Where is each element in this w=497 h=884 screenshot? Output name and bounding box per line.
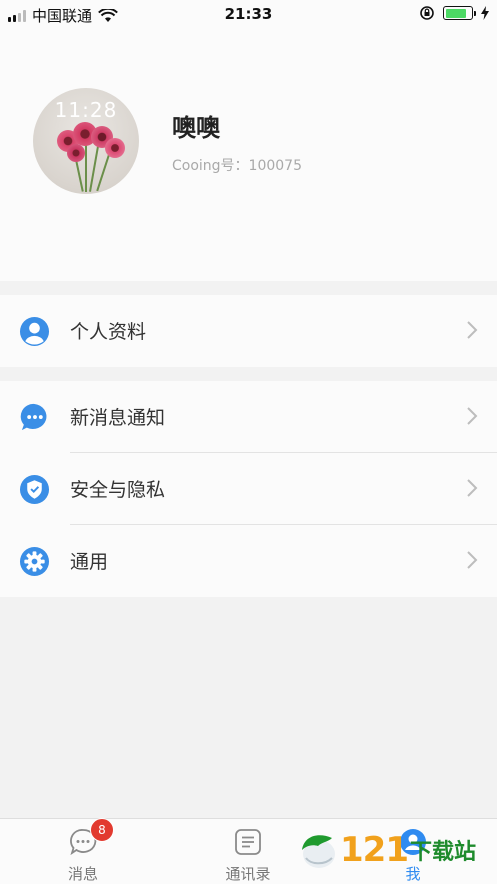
tab-contacts[interactable]: 通讯录: [193, 819, 303, 884]
battery-icon: [443, 6, 476, 20]
menu-item-label: 个人资料: [70, 321, 147, 343]
profile-header[interactable]: 11:28 噢噢 Cooing号：100075: [0, 30, 497, 281]
rotation-lock-icon: [420, 6, 434, 20]
menu-item-label: 新消息通知: [70, 407, 166, 429]
cooing-id: Cooing号：100075: [172, 158, 302, 174]
status-bar: 中国联通 21:33: [0, 0, 497, 30]
gear-icon: [19, 546, 50, 577]
charging-icon: [481, 6, 489, 20]
status-right: [419, 5, 489, 21]
chevron-right-icon: [467, 321, 478, 339]
menu-item-label: 安全与隐私: [70, 479, 166, 501]
unread-badge: 8: [90, 818, 114, 842]
menu-item-personal-info[interactable]: 个人资料: [0, 295, 497, 367]
menu-group-profile: 个人资料: [0, 295, 497, 367]
shield-icon: [19, 474, 50, 505]
menu-group-settings: 新消息通知 安全与隐私 通用: [0, 381, 497, 597]
tab-label: 我: [405, 865, 421, 883]
menu-item-security-privacy[interactable]: 安全与隐私: [0, 453, 497, 525]
me-icon: [400, 829, 426, 855]
tab-label: 通讯录: [225, 865, 271, 883]
user-icon: [19, 316, 50, 347]
menu-item-notifications[interactable]: 新消息通知: [0, 381, 497, 453]
contacts-icon: [235, 829, 261, 855]
tab-messages[interactable]: 8 消息: [28, 818, 138, 884]
chevron-right-icon: [467, 551, 478, 569]
chevron-right-icon: [467, 407, 478, 425]
profile-name: 噢噢: [172, 114, 220, 142]
tab-me[interactable]: 我: [358, 819, 468, 884]
chat-bubble-icon: [20, 403, 47, 431]
avatar-clock: 11:28: [54, 98, 118, 122]
chevron-right-icon: [467, 479, 478, 497]
tab-bar: 8 消息 通讯录 我: [0, 818, 497, 884]
avatar[interactable]: 11:28: [33, 88, 139, 194]
menu-item-general[interactable]: 通用: [0, 525, 497, 597]
tab-label: 消息: [67, 865, 98, 883]
menu-item-label: 通用: [70, 551, 109, 573]
